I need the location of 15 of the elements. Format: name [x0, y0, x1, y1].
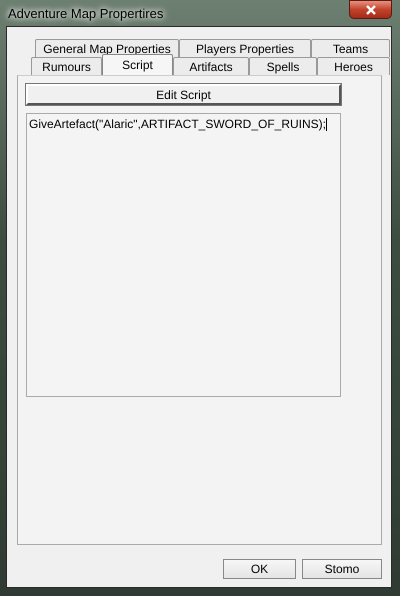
window-title: Adventure Map Propertires [8, 6, 164, 20]
tab[interactable]: Script [102, 54, 173, 75]
tab[interactable]: Players Properties [179, 39, 311, 57]
tab[interactable]: Spells [249, 57, 317, 75]
close-icon [364, 4, 376, 14]
tab[interactable]: Teams [311, 39, 390, 57]
close-button[interactable] [349, 0, 392, 19]
ok-button[interactable]: OK [223, 559, 296, 579]
script-editor[interactable]: GiveArtefact("Alaric",ARTIFACT_SWORD_OF_RUINS); [26, 113, 341, 397]
tab[interactable]: Artifacts [173, 57, 249, 75]
tab[interactable]: General Map Properties [35, 39, 179, 57]
tab[interactable]: Rumours [31, 57, 102, 75]
dialog-button[interactable]: Stomo [302, 559, 382, 579]
edit-script-button[interactable]: Edit Script [26, 84, 341, 105]
tab[interactable]: Heroes [317, 57, 390, 75]
